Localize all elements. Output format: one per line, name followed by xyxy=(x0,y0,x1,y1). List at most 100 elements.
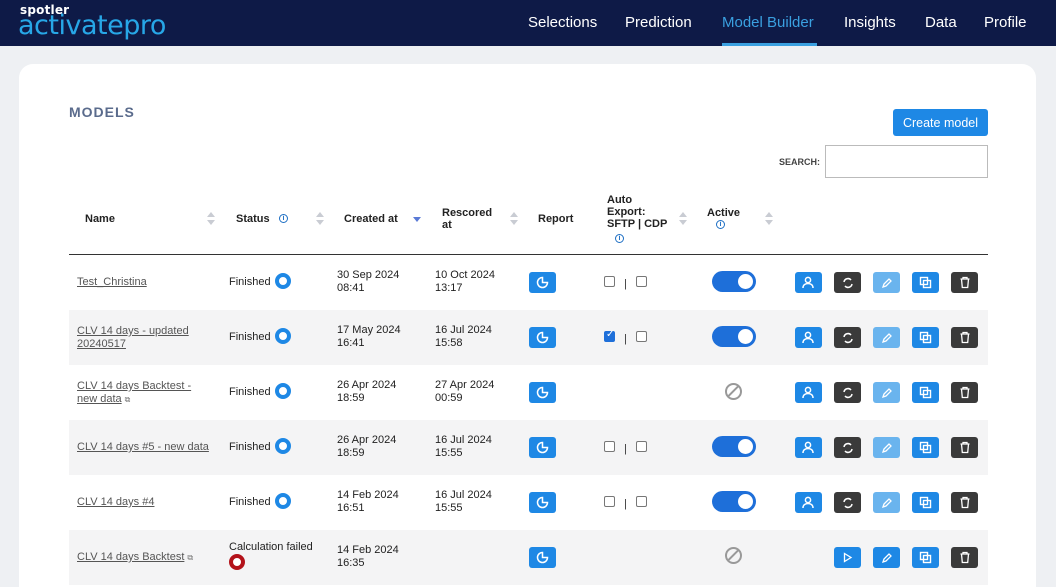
refresh-icon[interactable] xyxy=(834,382,861,403)
user-icon[interactable] xyxy=(795,382,822,403)
created-at: 26 Apr 2024 18:59 xyxy=(337,434,397,459)
not-applicable-icon xyxy=(725,383,742,400)
active-toggle[interactable] xyxy=(712,491,756,512)
cdp-checkbox[interactable] xyxy=(636,496,647,507)
column-header-status-label: Status xyxy=(236,213,270,225)
model-name-link[interactable]: CLV 14 days Backtest ⧉ xyxy=(77,551,193,564)
copy-icon[interactable] xyxy=(912,437,939,458)
active-toggle[interactable] xyxy=(712,326,756,347)
create-model-button[interactable]: Create model xyxy=(893,109,988,136)
edit-icon[interactable] xyxy=(873,327,900,348)
refresh-icon[interactable] xyxy=(834,272,861,293)
copy-icon[interactable] xyxy=(912,272,939,293)
status-text: Calculation failed xyxy=(229,541,313,553)
sftp-checkbox[interactable] xyxy=(604,441,615,452)
status-failed-icon xyxy=(229,554,245,570)
copy-icon[interactable] xyxy=(912,382,939,403)
refresh-icon[interactable] xyxy=(834,327,861,348)
created-at: 14 Feb 2024 16:51 xyxy=(337,489,399,514)
report-chart-icon[interactable] xyxy=(529,437,556,458)
status-finished-icon xyxy=(275,328,291,344)
report-chart-icon[interactable] xyxy=(529,327,556,348)
nav-data[interactable]: Data xyxy=(925,14,957,31)
status-text: Finished xyxy=(229,496,271,508)
model-name-link[interactable]: CLV 14 days #4 xyxy=(77,496,154,509)
created-at: 14 Feb 2024 16:35 xyxy=(337,544,399,569)
rescored-at: 27 Apr 2024 00:59 xyxy=(435,379,495,404)
not-applicable-icon xyxy=(725,547,742,564)
cdp-checkbox[interactable] xyxy=(636,441,647,452)
status-text: Finished xyxy=(229,386,271,398)
status-info-icon[interactable]: i xyxy=(279,214,288,223)
cdp-checkbox[interactable] xyxy=(636,276,647,287)
user-icon[interactable] xyxy=(795,327,822,348)
export-separator: | xyxy=(624,333,627,345)
brand-logo[interactable]: activatepro xyxy=(18,10,166,41)
column-header-created[interactable]: Created at xyxy=(344,213,398,225)
status-finished-icon xyxy=(275,273,291,289)
export-separator: | xyxy=(624,443,627,455)
created-at: 17 May 2024 16:41 xyxy=(337,324,401,349)
edit-icon[interactable] xyxy=(873,547,900,568)
nav-model-builder[interactable]: Model Builder xyxy=(722,14,814,31)
nav-profile[interactable]: Profile xyxy=(984,14,1027,31)
edit-icon[interactable] xyxy=(873,272,900,293)
nav-prediction[interactable]: Prediction xyxy=(625,14,692,31)
delete-icon[interactable] xyxy=(951,327,978,348)
backtest-icon: ⧉ xyxy=(187,553,194,562)
copy-icon[interactable] xyxy=(912,327,939,348)
column-header-rescored[interactable]: Rescored at xyxy=(442,207,502,231)
edit-icon[interactable] xyxy=(873,382,900,403)
rescored-at: 16 Jul 2024 15:55 xyxy=(435,489,492,514)
delete-icon[interactable] xyxy=(951,547,978,568)
report-chart-icon[interactable] xyxy=(529,492,556,513)
sort-name-icon[interactable] xyxy=(207,212,215,226)
status-finished-icon xyxy=(275,438,291,454)
sftp-checkbox[interactable] xyxy=(604,329,615,342)
sort-rescored-icon[interactable] xyxy=(510,212,518,226)
column-header-export: Auto Export: SFTP | CDP xyxy=(607,194,668,230)
active-toggle[interactable] xyxy=(712,271,756,292)
model-name-link[interactable]: CLV 14 days - updated 20240517 xyxy=(77,325,207,351)
column-header-status[interactable]: Status xyxy=(236,213,270,225)
export-info-icon[interactable]: i xyxy=(615,234,624,243)
sort-status-icon[interactable] xyxy=(316,212,324,226)
report-chart-icon[interactable] xyxy=(529,382,556,403)
refresh-icon[interactable] xyxy=(834,492,861,513)
nav-insights[interactable]: Insights xyxy=(844,14,896,31)
report-chart-icon[interactable] xyxy=(529,547,556,568)
sort-export-icon[interactable] xyxy=(679,212,687,226)
edit-icon[interactable] xyxy=(873,492,900,513)
column-header-active[interactable]: Active xyxy=(707,207,740,219)
export-separator: | xyxy=(624,278,627,290)
column-header-name[interactable]: Name xyxy=(85,213,115,225)
cdp-checkbox[interactable] xyxy=(636,331,647,342)
nav-selections[interactable]: Selections xyxy=(528,14,597,31)
user-icon[interactable] xyxy=(795,272,822,293)
sftp-checkbox[interactable] xyxy=(604,276,615,287)
created-at: 30 Sep 2024 08:41 xyxy=(337,269,400,294)
active-toggle[interactable] xyxy=(712,436,756,457)
search-input[interactable] xyxy=(825,145,988,178)
delete-icon[interactable] xyxy=(951,492,978,513)
sftp-checkbox[interactable] xyxy=(604,496,615,507)
report-chart-icon[interactable] xyxy=(529,272,556,293)
created-at: 26 Apr 2024 18:59 xyxy=(337,379,397,404)
sort-created-desc-icon[interactable] xyxy=(413,212,421,226)
edit-icon[interactable] xyxy=(873,437,900,458)
user-icon[interactable] xyxy=(795,492,822,513)
play-icon[interactable] xyxy=(834,547,861,568)
model-name-link[interactable]: CLV 14 days #5 - new data xyxy=(77,441,209,454)
status-text: Finished xyxy=(229,441,271,453)
model-name-link[interactable]: Test_Christina xyxy=(77,276,147,289)
delete-icon[interactable] xyxy=(951,437,978,458)
refresh-icon[interactable] xyxy=(834,437,861,458)
active-info-icon[interactable]: i xyxy=(716,220,725,229)
sort-active-icon[interactable] xyxy=(765,212,773,226)
delete-icon[interactable] xyxy=(951,272,978,293)
copy-icon[interactable] xyxy=(912,492,939,513)
copy-icon[interactable] xyxy=(912,547,939,568)
user-icon[interactable] xyxy=(795,437,822,458)
delete-icon[interactable] xyxy=(951,382,978,403)
model-name-link[interactable]: CLV 14 days Backtest - new data ⧉ xyxy=(77,380,207,406)
